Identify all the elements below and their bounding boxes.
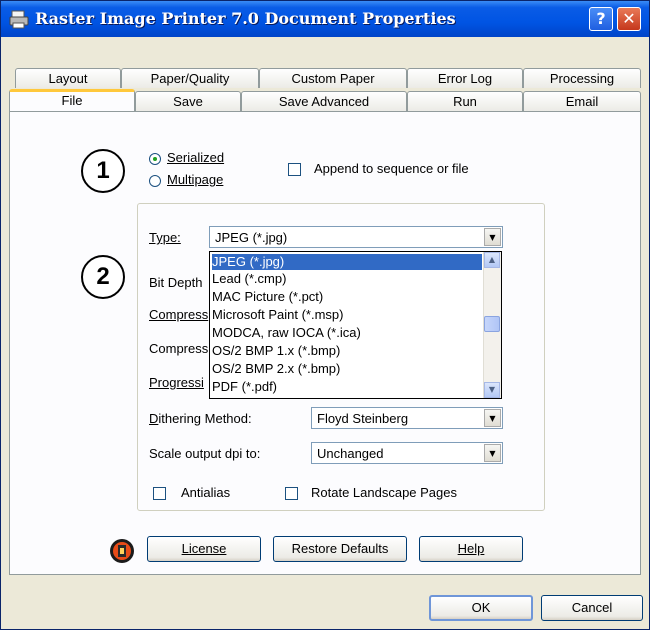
rotate-landscape-checkbox[interactable]: [285, 487, 298, 500]
ok-button[interactable]: OK: [429, 595, 533, 621]
compression-quality-label: Compress: [149, 341, 209, 356]
restore-defaults-button[interactable]: Restore Defaults: [273, 536, 407, 562]
window-title: Raster Image Printer 7.0 Document Proper…: [35, 9, 456, 28]
printer-icon: [9, 10, 29, 29]
cancel-button[interactable]: Cancel: [541, 595, 643, 621]
list-item[interactable]: OS/2 BMP 2.x (*.bmp): [212, 361, 340, 377]
tab-error-log[interactable]: Error Log: [407, 68, 523, 88]
type-dropdown-list[interactable]: JPEG (*.jpg) Lead (*.cmp) MAC Picture (*…: [209, 251, 502, 399]
list-item[interactable]: JPEG (*.jpg): [212, 254, 482, 270]
dithering-value: Floyd Steinberg: [317, 411, 409, 426]
dropdown-scrollbar[interactable]: ▲ ▼: [483, 252, 501, 398]
title-bar[interactable]: Raster Image Printer 7.0 Document Proper…: [1, 1, 649, 37]
dialog-window: Raster Image Printer 7.0 Document Proper…: [0, 0, 650, 630]
type-select[interactable]: JPEG (*.jpg) ▼: [209, 226, 503, 248]
list-item[interactable]: MAC Picture (*.pct): [212, 289, 323, 305]
serialized-radio[interactable]: [149, 153, 161, 165]
append-checkbox[interactable]: [288, 163, 301, 176]
tab-email[interactable]: Email: [523, 91, 641, 111]
type-label: Type:: [149, 230, 181, 245]
multipage-label[interactable]: Multipage: [167, 172, 223, 187]
step-marker-1: 1: [81, 149, 125, 193]
rotate-landscape-label[interactable]: Rotate Landscape Pages: [311, 485, 457, 500]
chevron-down-icon[interactable]: ▼: [484, 409, 501, 427]
append-label[interactable]: Append to sequence or file: [314, 161, 469, 176]
scroll-down-icon[interactable]: ▼: [484, 382, 500, 398]
serialized-label[interactable]: Serialized: [167, 150, 224, 165]
step-marker-2: 2: [81, 255, 125, 299]
tab-save-advanced[interactable]: Save Advanced: [241, 91, 407, 111]
antialias-label[interactable]: Antialias: [181, 485, 230, 500]
title-close-button[interactable]: ✕: [617, 7, 641, 31]
license-icon: [110, 539, 134, 563]
chevron-down-icon[interactable]: ▼: [484, 444, 501, 462]
compression-label: Compress: [149, 307, 209, 322]
title-help-button[interactable]: ?: [589, 7, 613, 31]
multipage-radio[interactable]: [149, 175, 161, 187]
tab-run[interactable]: Run: [407, 91, 523, 111]
chevron-down-icon[interactable]: ▼: [484, 228, 501, 246]
bit-depth-label: Bit Depth: [149, 275, 203, 290]
list-item[interactable]: MODCA, raw IOCA (*.ica): [212, 325, 361, 341]
list-item[interactable]: Microsoft Paint (*.msp): [212, 307, 343, 323]
antialias-checkbox[interactable]: [153, 487, 166, 500]
tab-layout[interactable]: Layout: [15, 68, 121, 88]
list-item[interactable]: PDF (*.pdf): [212, 379, 277, 395]
tab-processing[interactable]: Processing: [523, 68, 641, 88]
type-value: JPEG (*.jpg): [215, 230, 288, 245]
progressive-label: Progressi: [149, 375, 204, 390]
tab-save[interactable]: Save: [135, 91, 241, 111]
scale-value: Unchanged: [317, 446, 384, 461]
dithering-select[interactable]: Floyd Steinberg ▼: [311, 407, 503, 429]
tab-paper-quality[interactable]: Paper/Quality: [121, 68, 259, 88]
tab-file[interactable]: File: [9, 89, 135, 111]
license-button[interactable]: License: [147, 536, 261, 562]
list-item[interactable]: OS/2 BMP 1.x (*.bmp): [212, 343, 340, 359]
help-button[interactable]: Help: [419, 536, 523, 562]
scrollbar-thumb[interactable]: [484, 316, 500, 332]
scale-label: Scale output dpi to:: [149, 446, 261, 461]
list-item[interactable]: Lead (*.cmp): [212, 271, 286, 287]
dithering-label: Dithering Method:: [149, 411, 252, 426]
scroll-up-icon[interactable]: ▲: [484, 252, 500, 268]
scale-select[interactable]: Unchanged ▼: [311, 442, 503, 464]
tab-custom-paper[interactable]: Custom Paper: [259, 68, 407, 88]
